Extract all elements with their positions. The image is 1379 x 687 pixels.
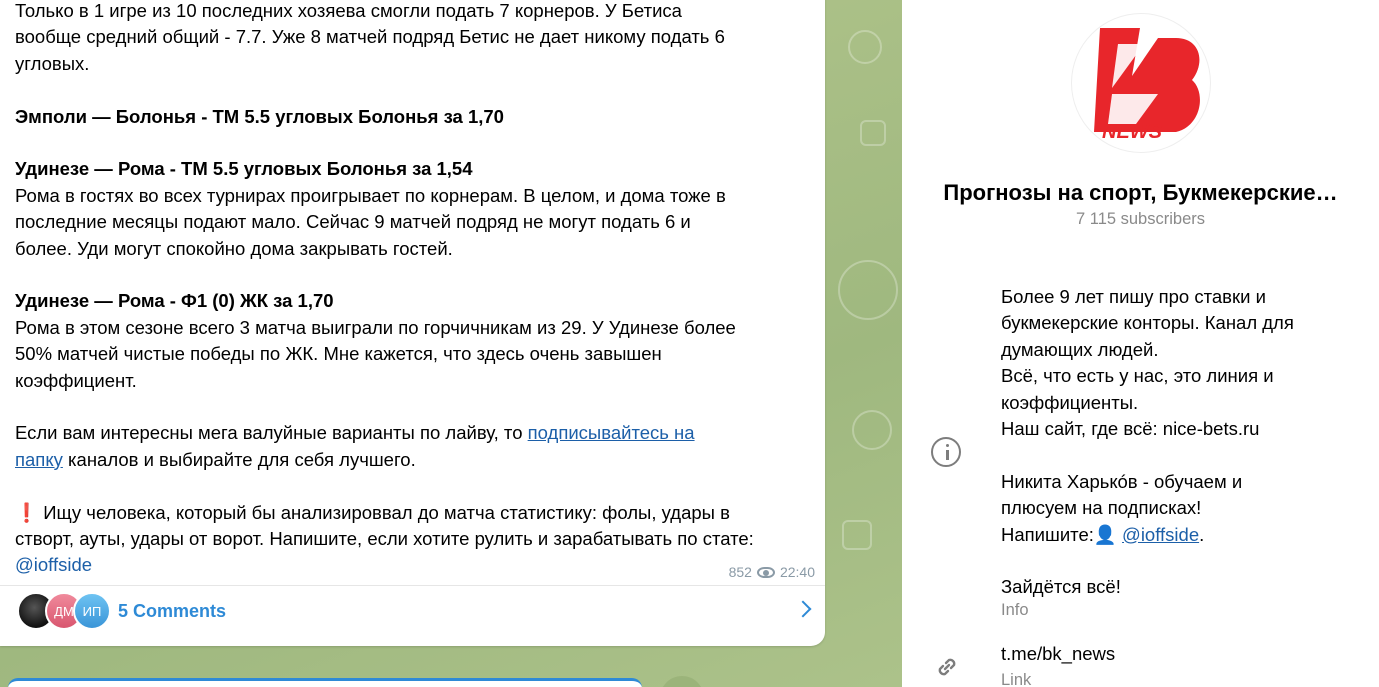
views-count: 852 xyxy=(728,564,752,580)
mention-link[interactable]: @ioffside xyxy=(15,554,92,575)
info-icon xyxy=(931,437,961,467)
bet-description: Рома в этом сезоне всего 3 матча выиграл… xyxy=(15,316,736,391)
info-label: Info xyxy=(1001,601,1029,619)
avatar: ИП xyxy=(73,592,111,630)
subscriber-count: 7 115 subscribers xyxy=(1075,210,1205,228)
message-time: 22:40 xyxy=(779,564,815,580)
channel-title: Прогнозы на спорт, Букмекерские… xyxy=(943,180,1338,205)
message-bubble: Только в 1 игре из 10 последних хозяева … xyxy=(0,0,825,646)
svg-text:NEWS: NEWS xyxy=(1102,121,1163,143)
folder-link[interactable]: подписывайтесь на xyxy=(528,422,695,443)
channel-logo-icon: NEWS xyxy=(1094,28,1200,143)
channel-info-panel: NEWS Прогнозы на спорт, Букмекерские… 7 … xyxy=(902,0,1379,687)
comments-label: 5 Comments xyxy=(118,600,227,621)
eye-icon xyxy=(756,566,775,578)
doodle-square xyxy=(842,520,872,550)
doodle-circle xyxy=(852,410,892,450)
divider xyxy=(0,585,825,586)
doodle-ball xyxy=(838,260,898,320)
scroll-down-button[interactable] xyxy=(660,676,704,687)
doodle-square xyxy=(860,120,886,146)
comments-button[interactable]: ДМ ИП 5 Comments xyxy=(17,592,817,630)
link-icon xyxy=(938,658,956,676)
bet-title: Удинезе — Рома - Ф1 (0) ЖК за 1,70 xyxy=(15,290,334,312)
message-meta: 852 22:40 xyxy=(729,564,815,580)
message-line: угловых. xyxy=(15,52,90,74)
message-line: Только в 1 игре из 10 последних хозяева … xyxy=(15,0,682,21)
channel-description: Более 9 лет пишу про ставки и букмекерск… xyxy=(1001,286,1294,598)
folder-link[interactable]: папку xyxy=(15,449,63,470)
channel-avatar[interactable]: NEWS xyxy=(1072,14,1210,152)
link-label: Link xyxy=(1001,671,1032,687)
bet-title: Удинезе — Рома - ТМ 5.5 угловых Болонья … xyxy=(15,158,473,180)
bet-title: Эмполи — Болонья - ТМ 5.5 угловых Болонь… xyxy=(15,105,504,127)
chat-background: Только в 1 игре из 10 последних хозяева … xyxy=(0,0,902,687)
chevron-right-icon xyxy=(794,600,812,618)
promo-paragraph: Если вам интересны мега валуйные вариант… xyxy=(15,422,695,470)
commenter-avatars: ДМ ИП xyxy=(17,592,111,630)
mention-link[interactable]: @ioffside xyxy=(1122,524,1199,545)
message-line: вообще средний общий - 7.7. Уже 8 матчей… xyxy=(15,26,725,48)
channel-link[interactable]: t.me/bk_news xyxy=(1001,643,1115,665)
doodle-circle xyxy=(848,30,882,64)
message-text: Только в 1 игре из 10 последних хозяева … xyxy=(15,0,815,579)
search-paragraph: ❗ Ищу человека, который бы анализироввал… xyxy=(15,501,754,550)
bet-description: Рома в гостях во всех турнирах проигрыва… xyxy=(15,184,726,259)
exclamation-icon: ❗ xyxy=(15,501,39,523)
message-input-bar[interactable] xyxy=(8,678,642,687)
